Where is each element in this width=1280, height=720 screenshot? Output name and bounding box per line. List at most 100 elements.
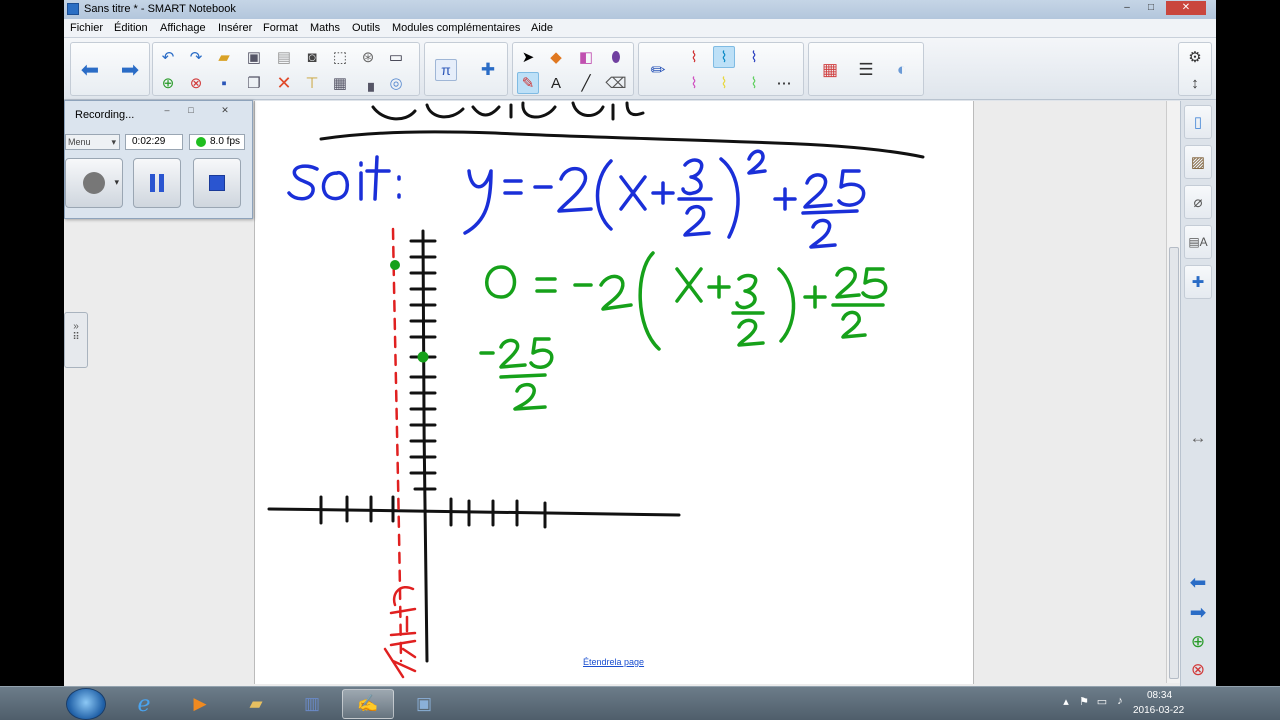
recorder-minimize-button[interactable]: –: [157, 105, 177, 117]
fill-icon[interactable]: ⬮: [605, 46, 627, 68]
table-insert-icon[interactable]: ▦: [329, 72, 351, 94]
network-icon[interactable]: ▭: [1095, 695, 1109, 709]
transparency-icon[interactable]: ◐: [891, 59, 913, 81]
clock-time[interactable]: 08:34: [1147, 690, 1172, 701]
eraser-icon[interactable]: ◧: [575, 46, 597, 68]
menu-affichage[interactable]: Affichage: [160, 22, 206, 34]
settings-icon[interactable]: ⚙: [1184, 46, 1206, 68]
capture-icon[interactable]: ◙: [301, 46, 323, 68]
fullscreen-icon[interactable]: ⬚: [329, 46, 351, 68]
recording-title: Recording...: [75, 109, 135, 121]
pause-icon: [150, 174, 164, 192]
stop-icon: [209, 175, 225, 191]
menu-aide[interactable]: Aide: [531, 22, 553, 34]
text-icon[interactable]: A: [545, 72, 567, 94]
close-button[interactable]: ✕: [1166, 1, 1206, 15]
scrollbar-thumb[interactable]: [1169, 247, 1179, 679]
line-style-icon[interactable]: ☰: [855, 59, 877, 81]
redo-icon[interactable]: ↷: [185, 46, 207, 68]
properties-icon[interactable]: ▗: [357, 72, 379, 94]
internet-explorer-icon[interactable]: ℯ: [118, 689, 170, 719]
action-center-flag-icon[interactable]: ⚑: [1077, 695, 1091, 709]
recorder-menu-dropdown[interactable]: Menu ▾: [65, 134, 120, 150]
add-page-icon[interactable]: ⊕: [157, 72, 179, 94]
city-app-icon[interactable]: ▥: [286, 689, 338, 719]
next-page-icon[interactable]: ➡: [1186, 601, 1210, 624]
vertical-scrollbar[interactable]: [1166, 101, 1180, 683]
addon-puzzle-icon[interactable]: ✚: [477, 59, 499, 81]
page-sorter-icon[interactable]: ▯: [1184, 105, 1212, 139]
menu-modules[interactable]: Modules complémentaires: [392, 22, 520, 34]
forward-arrow-icon[interactable]: ➡: [119, 57, 141, 82]
shapes-icon[interactable]: ◆: [545, 46, 567, 68]
pen-yellow-icon[interactable]: ⌇: [713, 72, 735, 94]
line-icon[interactable]: ╱: [575, 72, 597, 94]
recorder-restore-button[interactable]: □: [181, 105, 201, 117]
recorder-app-icon[interactable]: ▣: [398, 689, 450, 719]
properties-icon[interactable]: ▤A: [1184, 225, 1212, 259]
file-explorer-icon[interactable]: ▰: [230, 689, 282, 719]
copy-icon[interactable]: ❐: [243, 72, 265, 94]
pen-pink-icon[interactable]: ⌇: [683, 72, 705, 94]
document-camera-icon[interactable]: ⊤: [301, 72, 323, 94]
pen-green-icon[interactable]: ⌇: [743, 72, 765, 94]
media-player-icon[interactable]: ▶: [174, 689, 226, 719]
pen-tool-icon[interactable]: ✏: [647, 59, 669, 81]
smart-notebook-icon[interactable]: ✍: [342, 689, 394, 719]
main-toolbar: ⬅ ➡ ↶ ↷ ▰ ▣ ▤ ◙ ⬚ ⊛ ▭ ⊕ ⊗ ▪ ❐ ✕ ⊤ ▦ ▗ ◎ …: [64, 38, 1216, 100]
stop-button[interactable]: [193, 158, 241, 208]
menu-edition[interactable]: Édition: [114, 22, 148, 34]
color-palette-icon[interactable]: ▦: [819, 59, 841, 81]
axis-of-symmetry: [383, 227, 417, 679]
title-bar[interactable]: Sans titre * - SMART Notebook – □ ✕: [64, 0, 1216, 19]
pen-red-icon[interactable]: ⌇: [683, 46, 705, 68]
paste-icon[interactable]: ▤: [273, 46, 295, 68]
gallery-icon[interactable]: ▨: [1184, 145, 1212, 179]
pi-icon[interactable]: π: [435, 59, 457, 81]
table-icon[interactable]: ⊛: [357, 46, 379, 68]
menu-fichier[interactable]: Fichier: [70, 22, 103, 34]
addons-icon[interactable]: ✚: [1184, 265, 1212, 299]
creative-pen-icon[interactable]: ⌫: [605, 72, 627, 94]
move-toolbar-icon[interactable]: ↕: [1184, 72, 1206, 94]
gallery-icon[interactable]: ◎: [385, 72, 407, 94]
attachments-icon[interactable]: ⌀: [1184, 185, 1212, 219]
undo-icon[interactable]: ↶: [157, 46, 179, 68]
resize-icon[interactable]: ↔: [1186, 427, 1210, 449]
menu-inserer[interactable]: Insérer: [218, 22, 252, 34]
menu-format[interactable]: Format: [263, 22, 298, 34]
add-page-icon[interactable]: ⊕: [1186, 631, 1210, 653]
delete-page-icon[interactable]: ⊗: [185, 72, 207, 94]
record-options-chevron-icon[interactable]: ▾: [114, 177, 119, 188]
clock-date[interactable]: 2016-03-22: [1133, 705, 1184, 716]
recorder-close-button[interactable]: ✕: [215, 105, 235, 117]
open-icon[interactable]: ▰: [213, 46, 235, 68]
delete-page-icon[interactable]: ⊗: [1186, 659, 1210, 681]
show-hidden-icons-icon[interactable]: ▴: [1059, 695, 1073, 709]
back-arrow-icon[interactable]: ⬅: [79, 57, 101, 82]
pen-cyan-icon[interactable]: ⌇: [713, 46, 735, 68]
select-pointer-icon[interactable]: ➤: [517, 46, 539, 68]
toolbar-dock-handle[interactable]: » ⠿: [64, 312, 88, 368]
menu-maths[interactable]: Maths: [310, 22, 340, 34]
display-icon[interactable]: ▭: [385, 46, 407, 68]
tools-group: ➤ ◆ ◧ ⬮ ✎ A ╱ ⌫: [512, 42, 634, 96]
extend-page-link[interactable]: Étendrela page: [583, 657, 644, 667]
vertex-form-equation: [287, 149, 866, 249]
pen-dashed-icon[interactable]: ⋯: [773, 72, 795, 94]
previous-page-icon[interactable]: ⬅: [1186, 571, 1210, 594]
volume-icon[interactable]: ♪: [1113, 695, 1127, 709]
start-button[interactable]: [66, 688, 106, 720]
delete-icon[interactable]: ✕: [273, 72, 295, 94]
record-button[interactable]: ▾: [65, 158, 123, 208]
pause-button[interactable]: [133, 158, 181, 208]
minimize-button[interactable]: –: [1118, 1, 1136, 15]
screen-shade-icon[interactable]: ▣: [243, 46, 265, 68]
pen-blue-icon[interactable]: ⌇: [743, 46, 765, 68]
save-icon[interactable]: ▪: [213, 72, 235, 94]
pen-icon[interactable]: ✎: [517, 72, 539, 94]
maximize-button[interactable]: □: [1142, 1, 1160, 15]
navigation-group: ⬅ ➡: [70, 42, 150, 96]
notebook-page[interactable]: Étendrela page: [254, 101, 974, 684]
menu-outils[interactable]: Outils: [352, 22, 380, 34]
